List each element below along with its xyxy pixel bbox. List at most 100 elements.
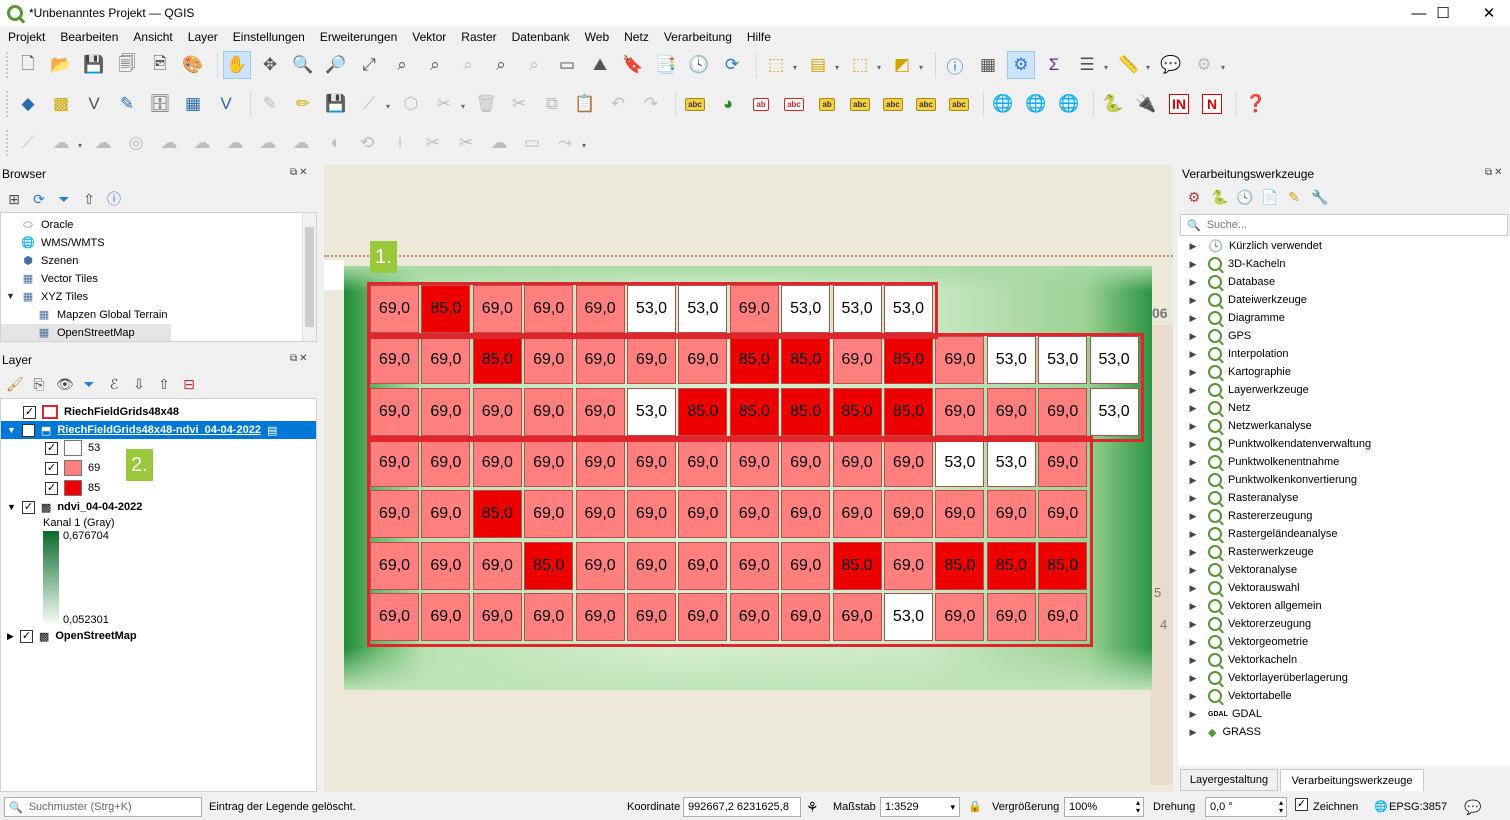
zoom-next-icon[interactable]: ⌕ [520, 51, 548, 79]
expand-arrow-icon[interactable]: ▶ [1186, 421, 1200, 432]
scale-combobox[interactable]: 1:3529 ▾ [880, 797, 960, 817]
locator-search-input[interactable]: 🔍 Suchmuster (Strg+K) [4, 797, 202, 817]
menu-bearbeiten[interactable]: Bearbeiten [52, 30, 125, 44]
copy-features-icon[interactable]: ⧉ [538, 90, 566, 118]
processing-group-item[interactable]: ▶ ◆ GRASS [1178, 723, 1261, 741]
toggle-editing-icon[interactable]: ✏ [289, 90, 317, 118]
toolbar-handle[interactable] [6, 130, 10, 156]
delete-ring-icon[interactable]: ☁ [221, 129, 249, 157]
offset-curve-icon[interactable]: ◖ [320, 129, 348, 157]
menu-hilfe[interactable]: Hilfe [739, 30, 778, 44]
layer-visibility-checkbox[interactable]: ✓ [21, 500, 35, 514]
add-selected-layers-icon[interactable]: ⊞ [6, 191, 22, 208]
zoom-spinbox[interactable]: 100% ▴ ▾ [1064, 797, 1144, 817]
expand-arrow-icon[interactable]: ▶ [1186, 637, 1200, 648]
actions-icon[interactable]: ⚙ ▾ [1190, 51, 1225, 79]
current-edits-icon[interactable]: ✎ [256, 90, 284, 118]
menu-netz[interactable]: Netz [616, 30, 656, 44]
zoom-full-icon[interactable]: ⤢ [355, 51, 383, 79]
select-features-icon[interactable]: ⬚ ▾ [762, 51, 797, 79]
browser-item-vector-tiles[interactable]: ▦ Vector Tiles [21, 270, 98, 288]
refresh-browser-icon[interactable]: ⟳ [31, 191, 47, 208]
toolbar-handle[interactable] [6, 52, 10, 78]
extents-toggle-icon[interactable]: ⚘ [806, 799, 819, 816]
manage-visibility-icon[interactable]: 👁 [56, 376, 74, 393]
zoom-last-icon[interactable]: ⌕ [487, 51, 515, 79]
scripts-icon[interactable]: 🐍 [1211, 189, 1228, 206]
processing-group-item[interactable]: ▶ Punktwolkenentnahme [1178, 453, 1339, 471]
menu-erweiterungen[interactable]: Erweiterungen [312, 30, 404, 44]
processing-group-item[interactable]: ▶ Layerwerkzeuge [1178, 381, 1309, 399]
show-bookmarks-icon[interactable]: 📑 [652, 51, 680, 79]
results-viewer-icon[interactable]: 📄 [1261, 189, 1278, 206]
browser-item-szenen[interactable]: ⬢ Szenen [21, 252, 78, 270]
layer-panel-controls[interactable]: ⧉✕ [290, 353, 310, 364]
coordinate-field[interactable]: 992667,2 6231625,8 [683, 797, 801, 817]
map-canvas[interactable]: 06 5 4 69,0 85,0 69,0 69,0 69,0 53,0 53,0 69,0 5… [324, 165, 1173, 792]
expand-arrow-icon[interactable]: ▶ [1186, 331, 1200, 342]
identify-features-icon[interactable]: ⓘ [941, 51, 969, 79]
layer-labeling-icon[interactable]: abc [681, 90, 709, 118]
rotate-feature-icon[interactable]: ☁ ▾ [47, 129, 83, 157]
browser-item-wms[interactable]: 🌐 WMS/WMTS [21, 234, 104, 252]
tab-verarbeitungswerkzeuge[interactable]: Verarbeitungswerkzeuge [1280, 769, 1424, 791]
save-edits-icon[interactable]: 💾 [322, 90, 350, 118]
expand-arrow-icon[interactable]: ▶ [1186, 349, 1200, 360]
processing-group-item[interactable]: ▶ Interpolation [1178, 345, 1289, 363]
add-group-icon[interactable]: ⎘ [31, 376, 47, 393]
history-icon[interactable]: 🕓 [1236, 189, 1253, 206]
expand-arrow-icon[interactable]: ▶ [1186, 259, 1200, 270]
filter-legend-icon[interactable]: ⏷ [81, 376, 97, 393]
expand-arrow-icon[interactable]: ▶ [1186, 295, 1200, 306]
python-console-icon[interactable]: 🐍 [1099, 90, 1127, 118]
processing-group-item[interactable]: ▶ Netzwerkanalyse [1178, 417, 1312, 435]
add-ring-icon[interactable]: ◎ [122, 129, 150, 157]
processing-group-item[interactable]: ▶ GPS [1178, 327, 1251, 345]
processing-group-item[interactable]: ▶ GDAL GDAL [1178, 705, 1262, 723]
zoom-to-layer-icon[interactable]: ⌕ [421, 51, 449, 79]
expand-arrow-icon[interactable]: ▶ [1186, 547, 1200, 558]
expand-arrow-icon[interactable]: ▶ [1186, 655, 1200, 666]
filter-browser-icon[interactable]: ⏷ [56, 191, 72, 208]
layer-visibility-checkbox[interactable]: ✓ [19, 629, 33, 643]
expand-arrow-icon[interactable]: ▶ [1186, 511, 1200, 522]
browser-item-mapzen[interactable]: ▦ Mapzen Global Terrain [37, 306, 168, 324]
tab-layergestaltung[interactable]: Layergestaltung [1180, 769, 1278, 791]
add-wfs-icon[interactable]: V [212, 90, 240, 118]
add-wms-icon[interactable]: ▦ [179, 90, 207, 118]
processing-group-item[interactable]: ▶ Rastererzeugung [1178, 507, 1312, 525]
processing-group-item[interactable]: ▶ Dateiwerkzeuge [1178, 291, 1307, 309]
menu-layer[interactable]: Layer [180, 30, 225, 44]
zoom-to-selection-icon[interactable]: ⌕ [388, 51, 416, 79]
processing-group-item[interactable]: ▶ Vektorerzeugung [1178, 615, 1311, 633]
expand-arrow-icon[interactable]: ▶ [1186, 601, 1200, 612]
collapse-all-icon[interactable]: ⇧ [81, 191, 97, 208]
plugin-manager-icon[interactable]: 🔌 [1132, 90, 1160, 118]
merge-attributes-icon[interactable]: ▭ [518, 129, 546, 157]
new-3d-map-view-icon[interactable]: ⛰ [586, 51, 614, 79]
maximize-button[interactable]: ☐ [1420, 0, 1466, 26]
processing-toolbox-icon[interactable]: ⚙ [1007, 51, 1035, 79]
legend-row-53[interactable]: ✓ 53 [45, 439, 100, 457]
layer-row-openstreetmap[interactable]: ▶ ✓ ▩ OpenStreetMap [1, 627, 137, 645]
merge-features-icon[interactable]: ☁ [485, 129, 513, 157]
browser-item-xyz-tiles[interactable]: ▦ XYZ Tiles [21, 288, 88, 306]
expand-arrow-icon[interactable]: ▶ [1186, 457, 1200, 468]
style-brush-icon[interactable]: 🖌 [6, 376, 24, 393]
move-label-icon[interactable]: ab [813, 90, 841, 118]
highlight-pinned-labels-icon[interactable]: ab [747, 90, 775, 118]
delete-selected-icon[interactable]: 🗑 [472, 90, 500, 118]
menu-einstellungen[interactable]: Einstellungen [225, 30, 312, 44]
new-project-icon[interactable]: 🗋 [14, 51, 42, 79]
measure-line-icon[interactable]: 📏 ▾ [1115, 51, 1150, 79]
layer-attribute-indicator-icon[interactable]: ▤ [267, 424, 277, 437]
menu-ansicht[interactable]: Ansicht [125, 30, 179, 44]
wfs-globe-icon[interactable]: 🌐 [1022, 90, 1050, 118]
layer-visibility-checkbox[interactable]: ✓ [21, 423, 35, 437]
simplify-feature-icon[interactable]: ☁ [89, 129, 117, 157]
expand-arrow-icon[interactable]: ▶ [1186, 313, 1200, 324]
menu-vektor[interactable]: Vektor [404, 30, 453, 44]
bookmark-icon[interactable]: 🔖 [619, 51, 647, 79]
edit-features-in-place-icon[interactable]: ✎ [1286, 189, 1302, 206]
expand-arrow-icon[interactable]: ▶ [1186, 385, 1200, 396]
